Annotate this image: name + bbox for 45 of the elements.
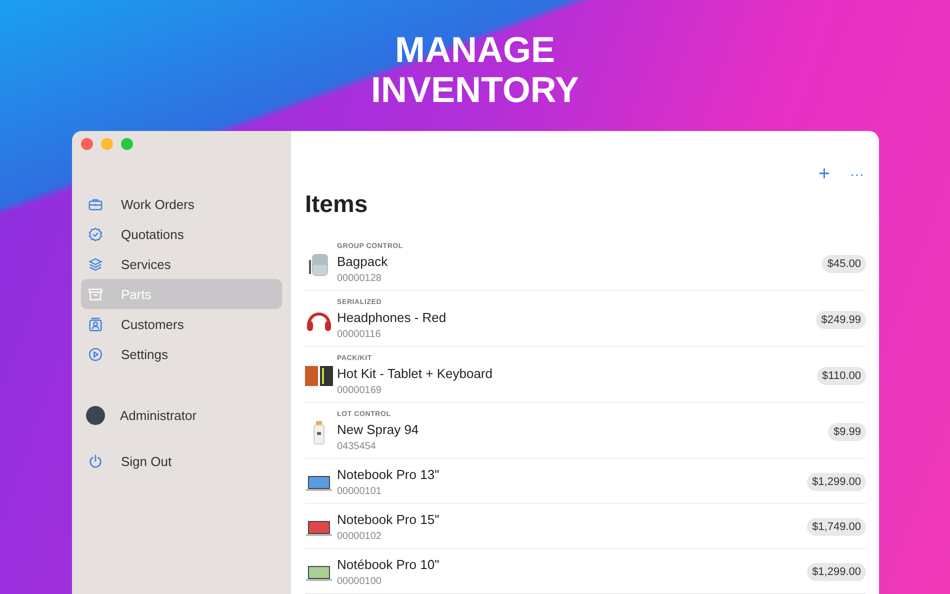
- close-button[interactable]: [81, 138, 93, 150]
- sign-out-item[interactable]: Sign Out: [81, 446, 282, 476]
- more-button[interactable]: ···: [850, 162, 864, 186]
- item-name: Notebook Pro 15": [337, 511, 440, 529]
- sidebar-item[interactable]: Settings: [81, 339, 282, 369]
- sidebar-item[interactable]: Services: [81, 249, 282, 279]
- item-row[interactable]: Notebook Pro 13" 00000101 $1,299.00: [305, 459, 866, 504]
- page-title: Items: [305, 191, 369, 219]
- person-icon: [88, 316, 103, 332]
- price-tag: $1,299.00: [807, 563, 866, 581]
- item-code: 00000102: [337, 530, 382, 544]
- item-row[interactable]: Notebook Pro 15" 00000102 $1,749.00: [305, 504, 866, 549]
- sidebar-item[interactable]: Quotations: [81, 219, 282, 249]
- avatar: [86, 406, 105, 424]
- item-code: 00000116: [337, 328, 382, 342]
- user-name[interactable]: Administrator: [120, 408, 197, 422]
- price-tag: $45.00: [822, 254, 866, 272]
- sidebar-item[interactable]: Work Orders: [81, 189, 282, 219]
- layers-icon: [88, 256, 103, 272]
- item-name: Notebook Pro 13": [337, 466, 440, 484]
- add-button[interactable]: +: [818, 162, 830, 186]
- zoom-button[interactable]: [121, 138, 133, 150]
- price-tag: $1,299.00: [807, 473, 866, 491]
- item-name: Bagpack: [337, 253, 389, 271]
- item-name: Headphones - Red: [337, 309, 448, 327]
- item-code: 00000128: [337, 272, 382, 286]
- power-icon: [88, 454, 103, 468]
- item-code: 00000100: [337, 575, 382, 589]
- badge-icon: [88, 226, 103, 242]
- price-tag: $110.00: [817, 366, 866, 384]
- item-name: New Spray 94: [337, 421, 420, 439]
- price-tag: $9.99: [828, 422, 866, 440]
- item-name: Notébook Pro 10": [337, 556, 440, 574]
- price-tag: $249.99: [816, 310, 866, 328]
- item-code: 00000101: [337, 485, 382, 499]
- sidebar-item[interactable]: Customers: [81, 309, 282, 339]
- item-row[interactable]: Notébook Pro 10" 00000100 $1,299.00: [305, 549, 866, 594]
- item-code: 0435454: [337, 440, 377, 454]
- archive-icon: [88, 286, 103, 302]
- price-tag: $1,749.00: [807, 518, 866, 536]
- item-code: 00000169: [337, 384, 382, 398]
- item-name: Hot Kit - Tablet + Keyboard: [337, 365, 494, 383]
- headline: INVENTORY: [370, 70, 580, 110]
- briefcase-icon: [88, 196, 103, 212]
- minimize-button[interactable]: [101, 138, 113, 150]
